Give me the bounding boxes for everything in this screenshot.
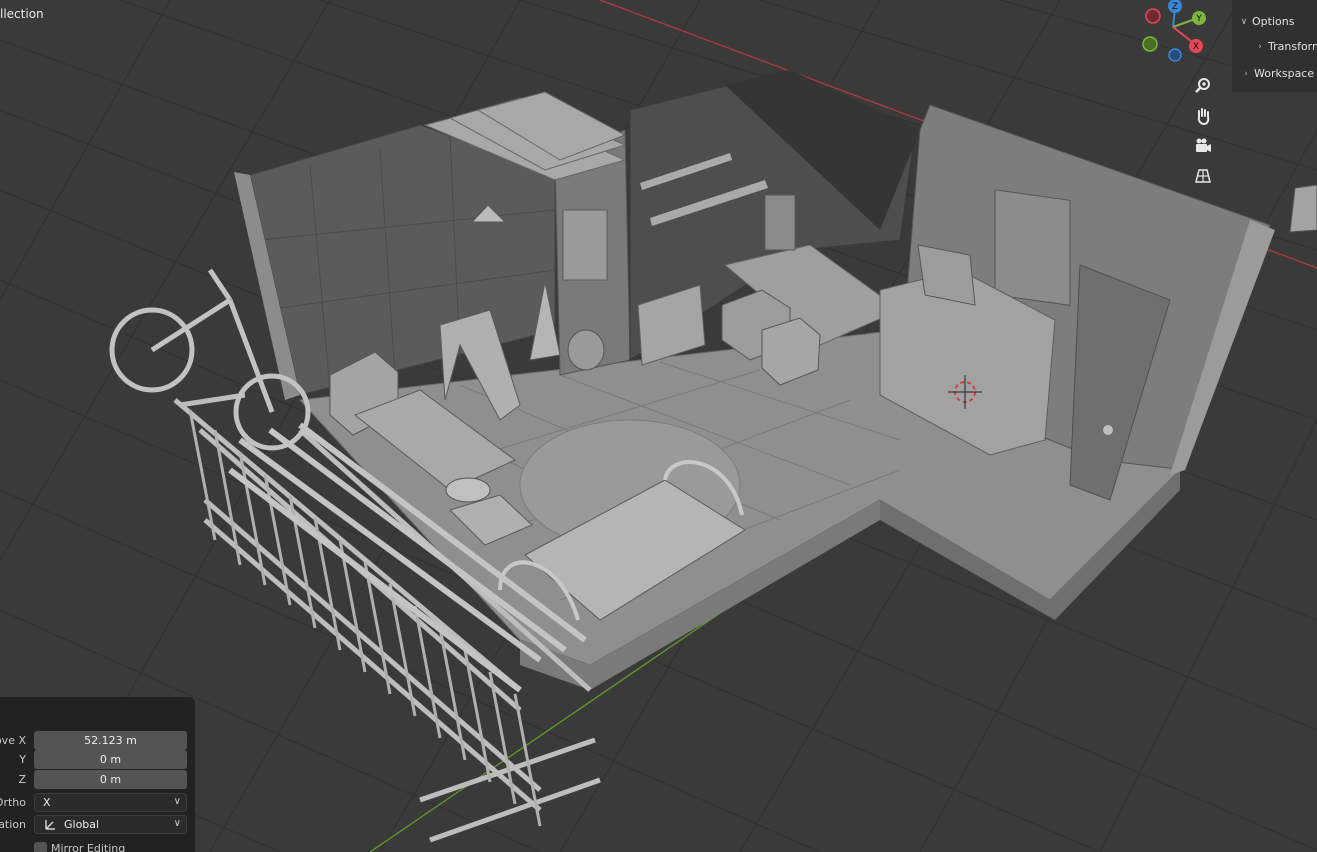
orientation-row: ation Global ∨	[0, 815, 195, 834]
chevron-down-icon: ∨	[1240, 16, 1248, 27]
move-y-field[interactable]: 0 m	[34, 750, 187, 769]
mirror-editing-label: Mirror Editing	[51, 842, 126, 852]
orientation-axes-icon	[45, 819, 55, 830]
move-y-row: Y 0 m	[0, 750, 195, 769]
move-z-row: Z 0 m	[0, 770, 195, 789]
sidebar-item-options[interactable]: ∨ Options	[1238, 15, 1295, 28]
orientation-label: ation	[0, 818, 26, 831]
gizmo-y-label: Y	[1195, 14, 1202, 24]
move-z-label: Z	[18, 773, 26, 786]
move-x-label: ove X	[0, 734, 26, 747]
chevron-down-icon: ∨	[173, 818, 181, 829]
pan-button[interactable]	[1190, 103, 1216, 129]
move-y-label: Y	[19, 753, 26, 766]
zoom-icon	[1195, 78, 1210, 93]
scene-canvas[interactable]	[0, 0, 1317, 852]
chevron-down-icon: ∨	[173, 796, 181, 807]
back-left-wall	[249, 124, 556, 396]
collection-label: llection	[0, 7, 44, 21]
gizmo-z-label: Z	[1172, 2, 1178, 12]
orientation-value: Global	[64, 818, 100, 831]
sidebar-item-label: Transform	[1268, 40, 1317, 53]
camera-icon	[1196, 138, 1211, 152]
room-model[interactable]	[109, 69, 1317, 843]
window-frame	[562, 209, 608, 281]
table-lamp	[445, 477, 491, 503]
sidebar-item-label: Options	[1252, 15, 1295, 28]
sidebar-item-label: Workspace	[1254, 67, 1315, 80]
sidebar-panel: ∨ Options › Transform › Workspace	[1232, 0, 1317, 92]
grid-perspective-icon	[1195, 169, 1211, 183]
3d-viewport[interactable]: llection Z Y X ∨ Options › Transfor › Wo…	[0, 0, 1317, 852]
ortho-label: Ortho	[0, 796, 26, 809]
sidebar-item-workspace[interactable]: › Workspace	[1240, 67, 1314, 80]
gizmo-neg-y[interactable]	[1142, 36, 1158, 52]
gizmo-x-label: X	[1193, 42, 1199, 52]
orientation-select[interactable]: Global ∨	[34, 815, 187, 834]
ortho-value: X	[43, 796, 51, 809]
sidebar-item-transform[interactable]: › Transform	[1254, 40, 1317, 53]
wall-picture-frame	[994, 189, 1071, 306]
perspective-toggle-button[interactable]	[1190, 163, 1216, 189]
gizmo-neg-z[interactable]	[1168, 48, 1182, 62]
zoom-button[interactable]	[1190, 73, 1216, 99]
move-x-row: ove X 52.123 m	[0, 731, 195, 750]
door-knob	[1103, 425, 1113, 435]
camera-view-button[interactable]	[1190, 133, 1216, 159]
crate-offscreen	[1289, 184, 1317, 233]
ortho-row: Ortho X ∨	[0, 793, 195, 812]
mirror-editing-row: Mirror Editing	[0, 839, 195, 852]
move-x-field[interactable]: 52.123 m	[34, 731, 187, 750]
chevron-right-icon: ›	[1258, 41, 1262, 52]
speaker	[764, 194, 796, 251]
ortho-select[interactable]: X ∨	[34, 793, 187, 812]
trash-bin	[567, 329, 605, 371]
hand-icon	[1197, 108, 1210, 125]
move-z-field[interactable]: 0 m	[34, 770, 187, 789]
mirror-editing-checkbox[interactable]	[34, 842, 47, 852]
gizmo-neg-x[interactable]	[1145, 8, 1161, 24]
chevron-right-icon: ›	[1244, 68, 1248, 79]
adjust-last-operation-panel: ove X 52.123 m Y 0 m Z 0 m Ortho X ∨ ati…	[0, 697, 195, 852]
navigation-gizmo[interactable]: Z Y X	[1138, 0, 1208, 64]
